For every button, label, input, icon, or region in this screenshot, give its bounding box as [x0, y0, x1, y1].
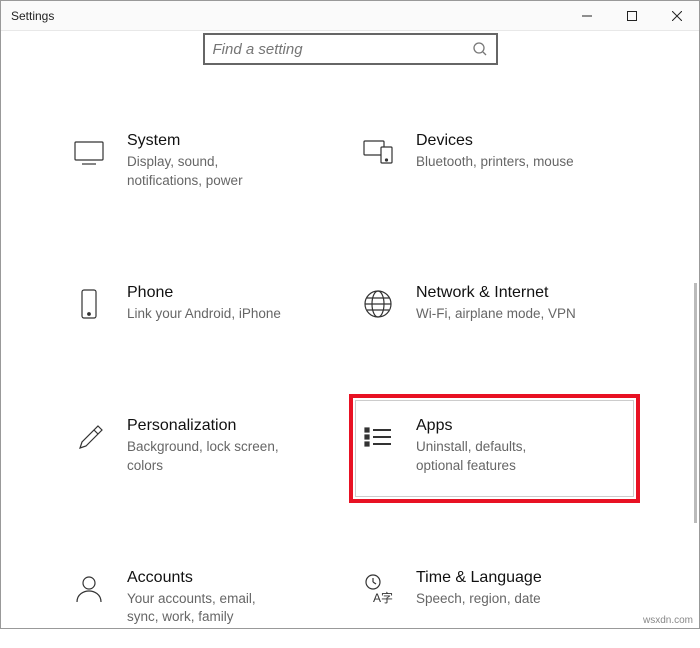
titlebar: Settings — [1, 1, 699, 31]
highlight-apps: Apps Uninstall, defaults, optional featu… — [349, 394, 640, 503]
close-button[interactable] — [654, 1, 699, 31]
tile-desc: Wi-Fi, airplane mode, VPN — [416, 305, 576, 324]
tile-desc: Link your Android, iPhone — [127, 305, 281, 324]
tile-desc: Speech, region, date — [416, 590, 542, 609]
watermark: wsxdn.com — [643, 615, 693, 626]
list-icon — [358, 417, 398, 457]
phone-icon — [69, 284, 109, 324]
globe-icon — [358, 284, 398, 324]
tile-desc: Bluetooth, printers, mouse — [416, 153, 574, 172]
minimize-button[interactable] — [564, 1, 609, 31]
tile-devices[interactable]: Devices Bluetooth, printers, mouse — [355, 115, 634, 212]
tile-title: Phone — [127, 284, 281, 302]
search-icon — [464, 41, 496, 57]
tile-title: Personalization — [127, 417, 287, 435]
display-icon — [69, 132, 109, 172]
tile-desc: Your accounts, email, sync, work, family — [127, 590, 287, 628]
tile-title: Network & Internet — [416, 284, 576, 302]
content-area: System Display, sound, notifications, po… — [1, 33, 699, 648]
search-input[interactable] — [205, 41, 464, 58]
tile-system[interactable]: System Display, sound, notifications, po… — [66, 115, 345, 212]
tile-network[interactable]: Network & Internet Wi-Fi, airplane mode,… — [355, 267, 634, 345]
tile-desc: Background, lock screen, colors — [127, 438, 287, 476]
tile-title: Apps — [416, 417, 576, 435]
svg-text:A字: A字 — [373, 590, 393, 605]
maximize-button[interactable] — [609, 1, 654, 31]
tile-accounts[interactable]: Accounts Your accounts, email, sync, wor… — [66, 552, 345, 648]
tile-apps[interactable]: Apps Uninstall, defaults, optional featu… — [355, 400, 634, 497]
devices-icon — [358, 132, 398, 172]
window-title: Settings — [1, 9, 564, 23]
tile-time-language[interactable]: A字 Time & Language Speech, region, date — [355, 552, 634, 648]
brush-icon — [69, 417, 109, 457]
tile-title: System — [127, 132, 287, 150]
scrollbar[interactable] — [694, 283, 697, 523]
tile-title: Devices — [416, 132, 574, 150]
time-language-icon: A字 — [358, 569, 398, 609]
tile-desc: Uninstall, defaults, optional features — [416, 438, 576, 476]
tile-title: Accounts — [127, 569, 287, 587]
tile-title: Time & Language — [416, 569, 542, 587]
tile-phone[interactable]: Phone Link your Android, iPhone — [66, 267, 345, 345]
person-icon — [69, 569, 109, 609]
search-container — [11, 33, 689, 65]
tile-desc: Display, sound, notifications, power — [127, 153, 287, 191]
tile-personalization[interactable]: Personalization Background, lock screen,… — [66, 400, 345, 497]
search-box[interactable] — [203, 33, 498, 65]
settings-grid: System Display, sound, notifications, po… — [11, 115, 689, 648]
